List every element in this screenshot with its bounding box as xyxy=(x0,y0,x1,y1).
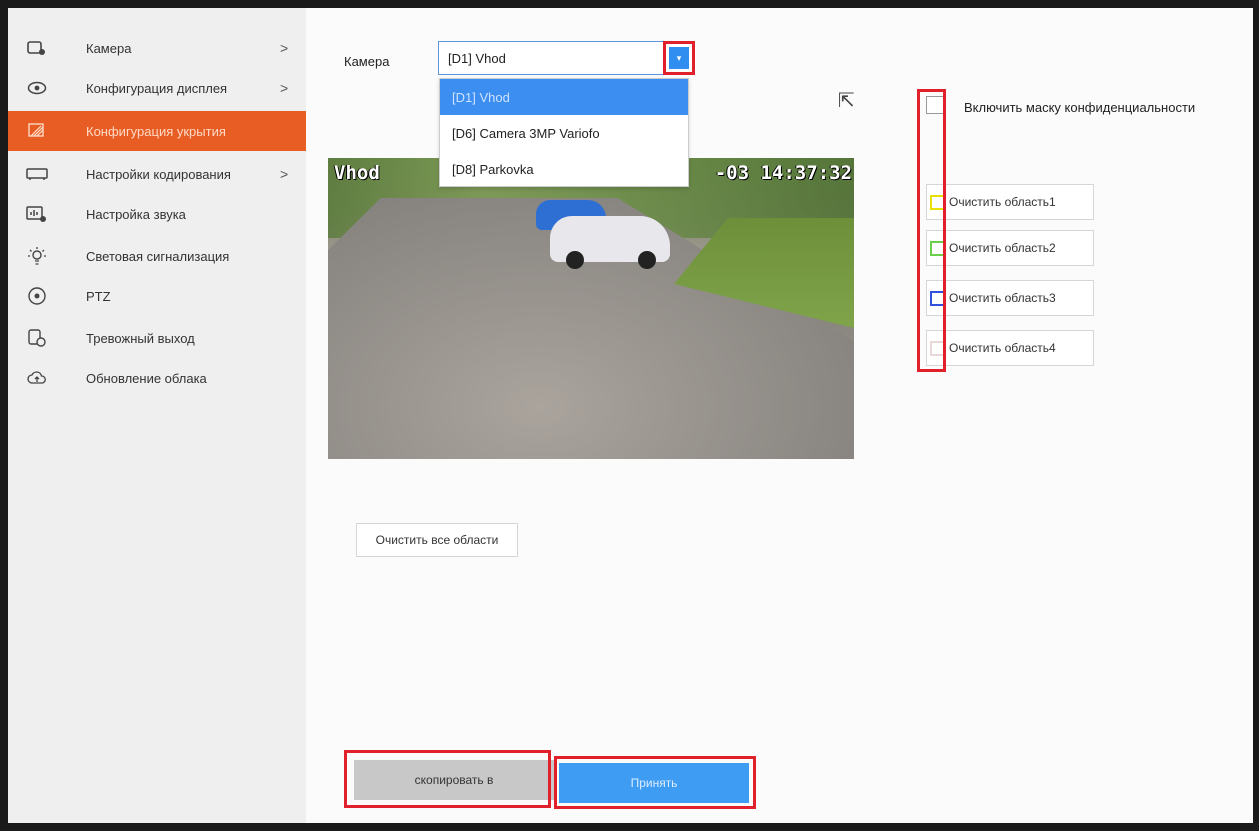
sidebar-item-label: Камера xyxy=(86,40,132,56)
sidebar-item-privacy-mask[interactable]: Конфигурация укрытия xyxy=(8,111,306,151)
dropdown-option[interactable]: [D1] Vhod xyxy=(440,79,688,115)
sidebar-item-label: Конфигурация дисплея xyxy=(86,80,228,96)
camera-select-value: [D1] Vhod xyxy=(448,50,506,66)
alarm-output-icon xyxy=(26,327,48,349)
clear-area-label: Очистить область4 xyxy=(949,341,1056,355)
preview-car-white xyxy=(550,216,670,269)
sidebar: Камера > Конфигурация дисплея > Конфигур… xyxy=(8,8,306,823)
sidebar-item-cloud-update[interactable]: Обновление облака xyxy=(8,358,306,398)
clear-area-4-button[interactable]: Очистить область4 xyxy=(926,330,1094,366)
encoding-icon xyxy=(26,163,48,185)
ptz-icon xyxy=(26,285,48,307)
sidebar-item-label: Настройки кодирования xyxy=(86,166,231,182)
dropdown-option[interactable]: [D8] Parkovka xyxy=(440,151,688,187)
chevron-down-icon: ▾ xyxy=(669,47,689,69)
highlight-frame-copy xyxy=(344,750,551,808)
sidebar-item-label: Настройка звука xyxy=(86,206,186,222)
clear-area-1-button[interactable]: Очистить область1 xyxy=(926,184,1094,220)
sidebar-item-light-alarm[interactable]: Световая сигнализация xyxy=(8,236,306,276)
main-panel: Камера [D1] Vhod ▾ [D1] Vhod [D6] Camera… xyxy=(306,8,1253,823)
sidebar-item-label: Световая сигнализация xyxy=(86,248,230,264)
osd-timestamp: -03 14:37:32 xyxy=(714,162,852,184)
camera-preview[interactable]: Vhod -03 14:37:32 xyxy=(328,158,854,459)
clear-area-label: Очистить область3 xyxy=(949,291,1056,305)
clear-area-3-button[interactable]: Очистить область3 xyxy=(926,280,1094,316)
sidebar-item-label: Обновление облака xyxy=(86,370,207,386)
sidebar-item-display[interactable]: Конфигурация дисплея > xyxy=(8,68,306,108)
chevron-right-icon: > xyxy=(280,166,289,182)
privacy-mask-label: Включить маску конфиденциальности xyxy=(964,100,1196,115)
sidebar-item-label: PTZ xyxy=(86,288,111,304)
dropdown-option[interactable]: [D6] Camera 3MP Variofo xyxy=(440,115,688,151)
mouse-cursor-icon: ⇱ xyxy=(838,90,855,112)
privacy-mask-icon xyxy=(26,120,48,142)
clear-all-areas-button[interactable]: Очистить все области xyxy=(356,523,518,557)
camera-dropdown-list: [D1] Vhod [D6] Camera 3MP Variofo [D8] P… xyxy=(439,78,689,187)
cloud-update-icon xyxy=(26,367,48,389)
chevron-right-icon: > xyxy=(280,80,289,96)
sidebar-item-ptz[interactable]: PTZ xyxy=(8,276,306,316)
sidebar-item-audio[interactable]: Настройка звука xyxy=(8,194,306,234)
camera-select-toggle[interactable]: ▾ xyxy=(663,41,695,75)
clear-area-label: Очистить область2 xyxy=(949,241,1056,255)
light-alarm-icon xyxy=(26,245,48,267)
eye-icon xyxy=(26,77,48,99)
clear-area-label: Очистить область1 xyxy=(949,195,1056,209)
sidebar-item-alarm-output[interactable]: Тревожный выход xyxy=(8,318,306,358)
nvr-screen: Камера > Конфигурация дисплея > Конфигур… xyxy=(8,8,1253,823)
highlight-frame-checkboxes xyxy=(917,89,946,372)
sidebar-item-camera[interactable]: Камера > xyxy=(8,28,306,68)
clear-area-2-button[interactable]: Очистить область2 xyxy=(926,230,1094,266)
sidebar-item-label: Тревожный выход xyxy=(86,330,195,346)
chevron-right-icon: > xyxy=(280,40,289,56)
camera-icon xyxy=(26,37,48,59)
sidebar-item-label: Конфигурация укрытия xyxy=(86,123,226,139)
osd-camera-name: Vhod xyxy=(334,162,380,184)
camera-label: Камера xyxy=(344,54,390,69)
audio-icon xyxy=(26,203,48,225)
sidebar-item-encoding[interactable]: Настройки кодирования > xyxy=(8,154,306,194)
highlight-frame-apply xyxy=(554,756,756,809)
camera-select[interactable]: [D1] Vhod xyxy=(438,41,690,75)
